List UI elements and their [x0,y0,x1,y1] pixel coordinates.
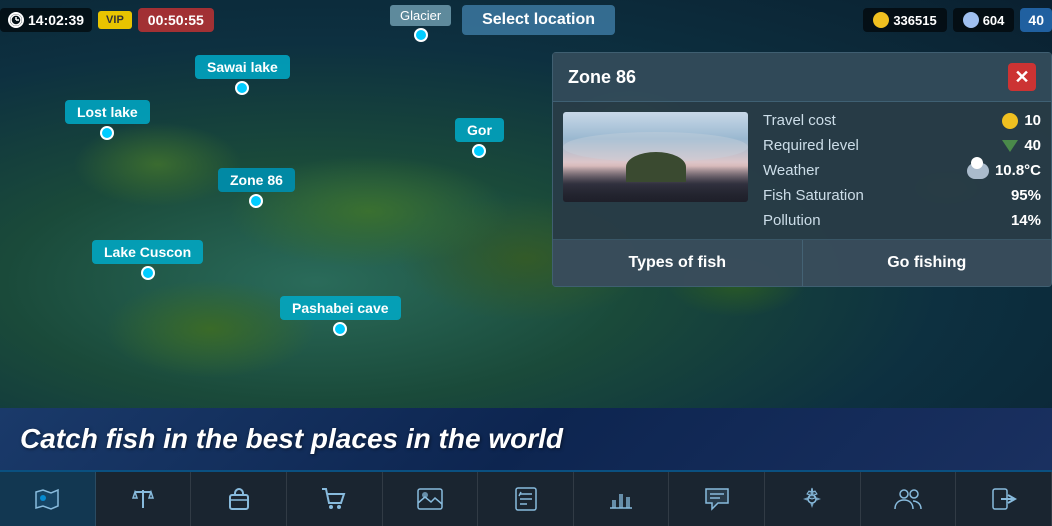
travel-cost-label: Travel cost [763,112,836,129]
fish-saturation-label: Fish Saturation [763,187,864,204]
pollution-label: Pollution [763,212,821,229]
gallery-icon [416,485,444,513]
map-icon [33,485,61,513]
pin-dot-cuscon [141,266,155,280]
chat-icon [703,485,731,513]
vip-label: VIP [106,14,124,26]
clock-display: 14:02:39 [0,8,92,32]
top-bar: 14:02:39 VIP 00:50:55 Select location 33… [0,0,1052,40]
close-button[interactable]: ✕ [1008,63,1036,91]
clock-icon [8,12,24,28]
zone-panel-body: Travel cost 10 Required level 40 Weather… [553,102,1051,239]
select-location-label: Select location [462,5,615,35]
nav-item-scales[interactable] [96,472,192,526]
weather-label: Weather [763,162,819,179]
top-right: 336515 604 40 [863,8,1052,32]
nav-item-map[interactable] [0,472,96,526]
level-value: 40 [1028,12,1044,28]
weather-row: Weather 10.8°C [763,162,1041,179]
pin-dot-pashabei [333,322,347,336]
cart-icon [320,485,348,513]
pin-dot-gor [472,144,486,158]
checklist-icon [512,485,540,513]
zone-image [563,112,748,202]
timer-value: 00:50:55 [148,12,204,28]
location-label-zone86: Zone 86 [218,168,295,192]
go-fishing-button[interactable]: Go fishing [803,240,1052,286]
pin-dot-sawai [235,81,249,95]
nav-item-gallery[interactable] [383,472,479,526]
zone-panel-header: Zone 86 ✕ [553,53,1051,102]
coin-icon [873,12,889,28]
coins-display: 336515 [863,8,946,32]
required-level-row: Required level 40 [763,137,1041,154]
zone-panel-title: Zone 86 [568,67,636,88]
nav-item-cart[interactable] [287,472,383,526]
banner-text: Catch fish in the best places in the wor… [20,423,563,455]
scales-icon [129,485,157,513]
weather-value: 10.8°C [967,162,1041,179]
fish-saturation-value: 95% [1011,187,1041,204]
nav-item-chat[interactable] [669,472,765,526]
location-pin-cuscon[interactable]: Lake Cuscon [92,240,203,280]
weather-icon [967,163,989,179]
nav-item-checklist[interactable] [478,472,574,526]
pollution-row: Pollution 14% [763,212,1041,229]
location-label-cuscon: Lake Cuscon [92,240,203,264]
nav-item-people[interactable] [861,472,957,526]
nav-item-settings[interactable] [765,472,861,526]
travel-cost-coin-icon [1002,113,1018,129]
zone-stats: Travel cost 10 Required level 40 Weather… [763,112,1041,229]
location-label-lost: Lost lake [65,100,150,124]
bottom-nav [0,470,1052,526]
location-pin-gor[interactable]: Gor [455,118,504,158]
diamond-icon [963,12,979,28]
nav-item-chart[interactable] [574,472,670,526]
location-pin-zone86[interactable]: Zone 86 [218,168,295,208]
zone-image-island [626,152,686,182]
location-label-pashabei: Pashabei cave [280,296,401,320]
time-value: 14:02:39 [28,12,84,28]
location-label-sawai: Sawai lake [195,55,290,79]
pin-dot-zone86 [249,194,263,208]
location-label-gor: Gor [455,118,504,142]
pin-dot-lost [100,126,114,140]
timer-display: 00:50:55 [138,8,214,32]
exit-icon [990,485,1018,513]
nav-item-exit[interactable] [956,472,1052,526]
nav-item-bag[interactable] [191,472,287,526]
bag-icon [225,485,253,513]
people-icon [894,485,922,513]
pollution-value: 14% [1011,212,1041,229]
diamonds-value: 604 [983,13,1005,28]
zone-panel: Zone 86 ✕ Travel cost 10 Required level … [552,52,1052,287]
vip-badge: VIP [98,11,132,29]
location-pin-pashabei[interactable]: Pashabei cave [280,296,401,336]
diamonds-display: 604 [953,8,1015,32]
required-level-value: 40 [1002,137,1041,154]
level-badge: 40 [1020,8,1052,32]
level-arrow-icon [1002,140,1018,152]
required-level-label: Required level [763,137,859,154]
fish-saturation-row: Fish Saturation 95% [763,187,1041,204]
zone-panel-footer: Types of fish Go fishing [553,239,1051,286]
travel-cost-value: 10 [1002,112,1041,129]
location-pin-sawai[interactable]: Sawai lake [195,55,290,95]
bottom-banner: Catch fish in the best places in the wor… [0,408,1052,470]
chart-icon [607,485,635,513]
types-of-fish-button[interactable]: Types of fish [553,240,803,286]
location-pin-lost[interactable]: Lost lake [65,100,150,140]
top-left: 14:02:39 VIP 00:50:55 [0,8,214,32]
coins-value: 336515 [893,13,936,28]
settings-icon [798,485,826,513]
travel-cost-row: Travel cost 10 [763,112,1041,129]
